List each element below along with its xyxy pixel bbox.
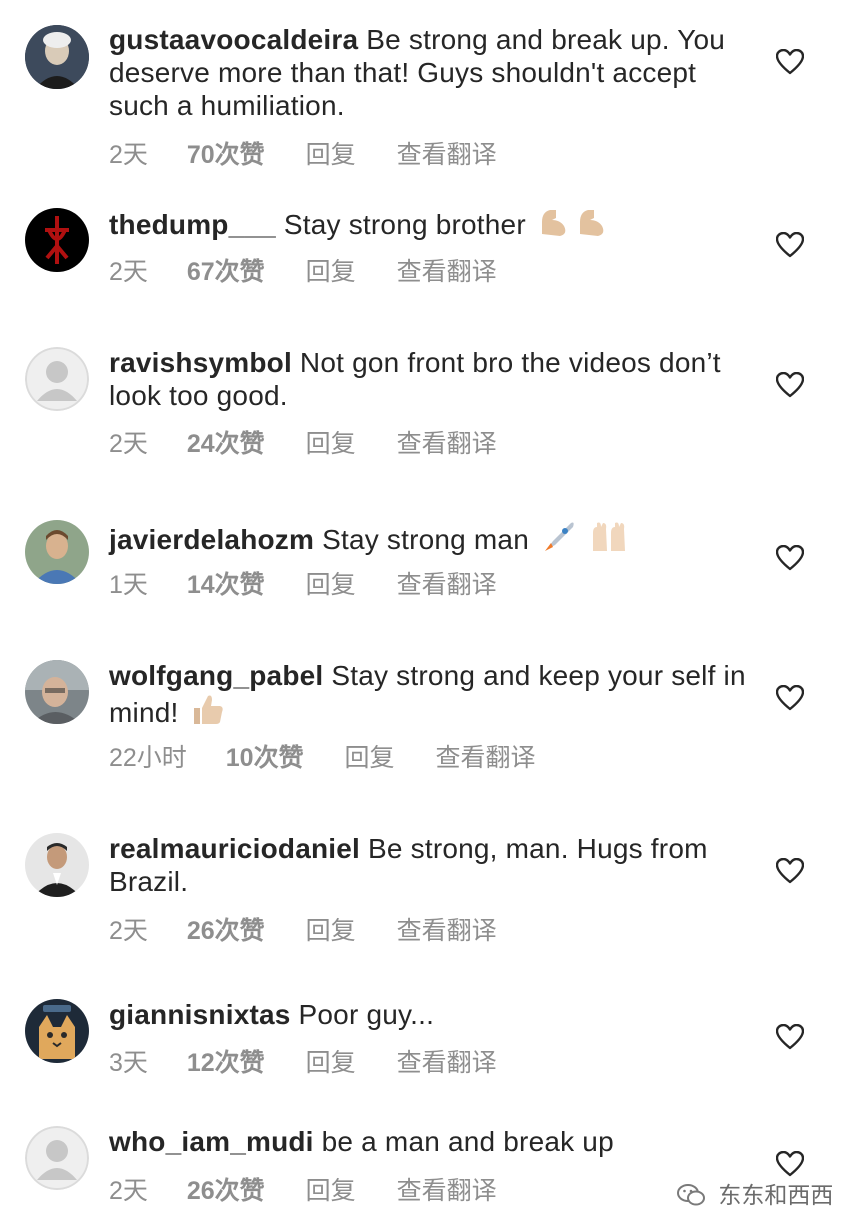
like-count[interactable]: 70次赞 (187, 140, 265, 170)
username[interactable]: who_iam_mudi (109, 1126, 314, 1157)
avatar[interactable] (25, 833, 89, 897)
like-heart-icon[interactable] (776, 1151, 804, 1177)
reply-button[interactable]: 回复 (306, 1176, 356, 1206)
see-translation-button[interactable]: 查看翻译 (397, 257, 497, 287)
comment-time: 3天 (109, 1049, 148, 1077)
like-count[interactable]: 26次赞 (187, 916, 265, 946)
comment-text: Stay strong man (322, 524, 529, 555)
like-count[interactable]: 26次赞 (187, 1176, 265, 1206)
comment-time: 1天 (109, 571, 148, 599)
like-heart-icon[interactable] (776, 372, 804, 398)
comment-text: be a man and break up (321, 1126, 614, 1157)
comment-time: 2天 (109, 917, 148, 945)
avatar[interactable] (25, 999, 89, 1063)
see-translation-button[interactable]: 查看翻译 (397, 1048, 497, 1078)
username[interactable]: wolfgang_pabel (109, 660, 323, 691)
avatar[interactable] (25, 347, 89, 411)
reply-button[interactable]: 回复 (306, 570, 356, 600)
reply-button[interactable]: 回复 (306, 140, 356, 170)
comment-text: Poor guy... (298, 999, 435, 1030)
like-count[interactable]: 24次赞 (187, 429, 265, 459)
like-heart-icon[interactable] (776, 858, 804, 884)
comment-time: 2天 (109, 258, 148, 286)
like-heart-icon[interactable] (776, 232, 804, 258)
avatar[interactable] (25, 208, 89, 272)
like-count[interactable]: 67次赞 (187, 257, 265, 287)
like-count[interactable]: 14次赞 (187, 570, 265, 600)
see-translation-button[interactable]: 查看翻译 (397, 916, 497, 946)
like-heart-icon[interactable] (776, 545, 804, 571)
username[interactable]: giannisnixtas (109, 999, 291, 1030)
see-translation-button[interactable]: 查看翻译 (397, 140, 497, 170)
raising-hands-icon (589, 519, 629, 560)
watermark: 东东和西西 (676, 1181, 833, 1214)
like-heart-icon[interactable] (776, 685, 804, 711)
wechat-icon (676, 1182, 706, 1214)
rocket-icon (541, 519, 577, 560)
username[interactable]: gustaavoocaldeira (109, 24, 358, 55)
username[interactable]: ravishsymbol (109, 347, 292, 378)
see-translation-button[interactable]: 查看翻译 (397, 429, 497, 459)
like-heart-icon[interactable] (776, 49, 804, 75)
like-count[interactable]: 10次赞 (226, 743, 304, 773)
see-translation-button[interactable]: 查看翻译 (436, 743, 536, 773)
comment-text: Stay strong brother (283, 209, 526, 240)
reply-button[interactable]: 回复 (306, 1048, 356, 1078)
flexed-biceps-icon (538, 206, 612, 245)
see-translation-button[interactable]: 查看翻译 (397, 1176, 497, 1206)
username[interactable]: thedump___ (109, 209, 276, 240)
comment-time: 22小时 (109, 744, 187, 772)
thumbs-up-icon (190, 692, 226, 733)
reply-button[interactable]: 回复 (345, 743, 395, 773)
reply-button[interactable]: 回复 (306, 916, 356, 946)
watermark-text: 东东和西西 (718, 1182, 834, 1208)
comment-time: 2天 (109, 430, 148, 458)
like-count[interactable]: 12次赞 (187, 1048, 265, 1078)
avatar[interactable] (25, 25, 89, 89)
like-heart-icon[interactable] (776, 1024, 804, 1050)
avatar[interactable] (25, 660, 89, 724)
avatar[interactable] (25, 1126, 89, 1190)
reply-button[interactable]: 回复 (306, 257, 356, 287)
username[interactable]: javierdelahozm (109, 524, 314, 555)
comment-time: 2天 (109, 1177, 148, 1205)
username[interactable]: realmauriciodaniel (109, 833, 360, 864)
see-translation-button[interactable]: 查看翻译 (397, 570, 497, 600)
comment-time: 2天 (109, 141, 148, 169)
reply-button[interactable]: 回复 (306, 429, 356, 459)
avatar[interactable] (25, 520, 89, 584)
